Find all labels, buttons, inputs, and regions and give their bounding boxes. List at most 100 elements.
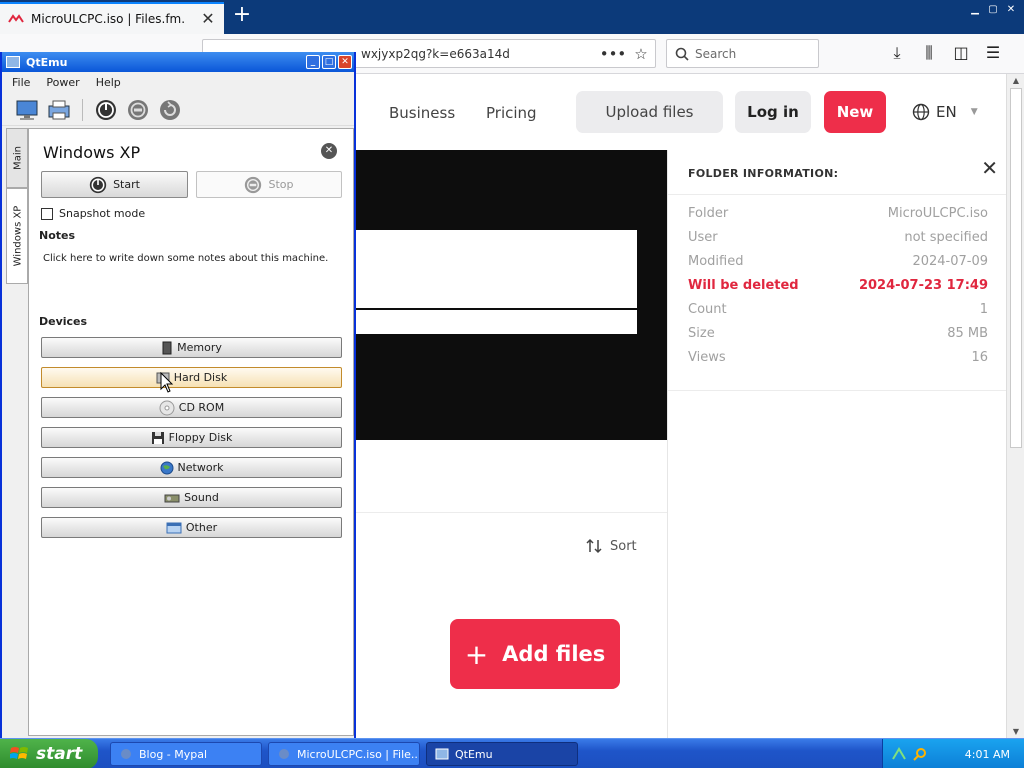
qtemu-title-bar[interactable]: QtEmu _ □ ✕ — [2, 52, 354, 72]
divider — [668, 194, 1007, 195]
snapshot-mode-label: Snapshot mode — [59, 207, 146, 220]
start-button[interactable]: start — [0, 739, 98, 768]
taskbar-item-filesfm[interactable]: MicroULCPC.iso | File... — [268, 742, 420, 766]
bookmark-star-icon[interactable]: ☆ — [627, 45, 655, 63]
qtemu-window: QtEmu _ □ ✕ File Power Help Main Windows… — [0, 52, 356, 740]
plus-icon: + — [464, 637, 489, 671]
mypal-icon — [279, 749, 289, 759]
tab-windows-xp[interactable]: Windows XP — [6, 188, 28, 284]
info-key: Size — [688, 326, 715, 341]
taskbar-item-qtemu[interactable]: QtEmu — [426, 742, 578, 766]
info-row-user: User not specified — [688, 230, 988, 254]
search-field[interactable]: Search — [666, 39, 819, 68]
close-window-icon[interactable]: ✕ — [338, 55, 352, 69]
info-row-will-be-deleted: Will be deleted 2024-07-23 17:49 — [688, 278, 988, 302]
device-network-button[interactable]: Network — [41, 457, 342, 478]
checkbox-box[interactable] — [41, 207, 53, 220]
nav-link-business[interactable]: Business — [389, 104, 455, 122]
desktop: MicroULCPC.iso | Files.fm. ✕ + ▁ ▢ ✕ wxj… — [0, 0, 1024, 768]
chevron-down-icon: ▼ — [970, 107, 978, 117]
globe-icon — [160, 461, 174, 474]
add-files-button[interactable]: + Add files — [450, 619, 620, 689]
new-button[interactable]: New — [824, 91, 886, 133]
info-value: 85 MB — [947, 326, 988, 341]
info-key: Modified — [688, 254, 744, 269]
notes-field[interactable]: Click here to write down some notes abou… — [43, 253, 328, 264]
window-icon — [166, 522, 182, 533]
close-machine-icon[interactable]: ✕ — [321, 143, 337, 159]
device-floppy-disk-button[interactable]: Floppy Disk — [41, 427, 342, 448]
search-icon[interactable] — [913, 747, 927, 761]
maximize-icon[interactable]: □ — [322, 55, 336, 69]
tab-main[interactable]: Main — [6, 128, 28, 188]
hamburger-menu-icon[interactable]: ☰ — [982, 42, 1004, 64]
snapshot-mode-checkbox[interactable]: Snapshot mode — [41, 207, 145, 220]
stop-icon — [245, 176, 262, 193]
power-start-button[interactable] — [93, 97, 119, 123]
info-value: 2024-07-09 — [912, 254, 988, 269]
qtemu-side-tabs: Main Windows XP — [6, 128, 28, 736]
browser-tab-bar: MicroULCPC.iso | Files.fm. ✕ + ▁ ▢ ✕ — [0, 0, 1024, 34]
start-label: start — [36, 744, 83, 764]
scroll-down-icon[interactable]: ▼ — [1007, 727, 1024, 736]
folder-info-panel: FOLDER INFORMATION: ✕ Folder MicroULCPC.i… — [667, 150, 1007, 738]
close-window-icon[interactable]: ✕ — [1004, 4, 1018, 16]
new-machine-button[interactable] — [14, 97, 40, 123]
menu-file[interactable]: File — [12, 76, 30, 89]
language-selector[interactable]: EN ▼ — [912, 103, 978, 121]
close-tab-icon[interactable]: ✕ — [200, 11, 216, 27]
page-scrollbar[interactable]: ▲ ▼ — [1006, 74, 1024, 738]
maximize-icon[interactable]: ▢ — [986, 4, 1000, 16]
device-label: Other — [185, 521, 218, 534]
power-restart-button[interactable] — [157, 97, 183, 123]
nav-link-pricing[interactable]: Pricing — [486, 104, 537, 122]
preview-content-block — [356, 230, 637, 308]
taskbar: start Blog - Mypal MicroULCPC.iso | File… — [0, 738, 1024, 768]
info-value: not specified — [904, 230, 988, 245]
start-label: Start — [113, 178, 140, 191]
scrollbar-thumb[interactable] — [1010, 88, 1022, 448]
stop-button[interactable]: Stop — [196, 171, 342, 198]
taskbar-item-blog[interactable]: Blog - Mypal — [110, 742, 262, 766]
login-button[interactable]: Log in — [735, 91, 811, 133]
qtemu-menu-bar: File Power Help — [2, 72, 354, 92]
stop-label: Stop — [268, 178, 294, 191]
qtemu-window-controls: _ □ ✕ — [306, 55, 352, 69]
browser-tab[interactable]: MicroULCPC.iso | Files.fm. ✕ — [0, 2, 224, 34]
menu-power[interactable]: Power — [46, 76, 79, 89]
close-icon[interactable]: ✕ — [981, 156, 998, 180]
info-row-folder: Folder MicroULCPC.iso — [688, 206, 988, 230]
device-memory-button[interactable]: Memory — [41, 337, 342, 358]
power-stop-button[interactable] — [125, 97, 151, 123]
info-key: Will be deleted — [688, 278, 799, 293]
device-hard-disk-button[interactable]: Hard Disk — [41, 367, 342, 388]
sidebar-icon[interactable]: ◫ — [950, 42, 972, 64]
network-icon[interactable] — [891, 747, 907, 761]
qtemu-app-icon — [6, 56, 20, 68]
devices-heading: Devices — [39, 315, 88, 328]
sort-icon — [586, 538, 602, 554]
device-sound-button[interactable]: Sound — [41, 487, 342, 508]
start-button[interactable]: Start — [41, 171, 188, 198]
file-preview — [356, 150, 667, 440]
search-icon — [675, 47, 689, 61]
menu-help[interactable]: Help — [96, 76, 121, 89]
scroll-up-icon[interactable]: ▲ — [1007, 76, 1024, 85]
minimize-icon[interactable]: ▁ — [968, 4, 982, 16]
sort-button[interactable]: Sort — [586, 538, 637, 554]
monitor-icon — [16, 100, 38, 120]
minimize-icon[interactable]: _ — [306, 55, 320, 69]
upload-files-button[interactable]: Upload files — [576, 91, 723, 133]
device-label: Floppy Disk — [168, 431, 233, 444]
library-icon[interactable]: ⫼ — [918, 42, 940, 64]
new-tab-icon[interactable]: + — [230, 4, 254, 28]
add-files-label: Add files — [502, 642, 606, 666]
device-cd-rom-button[interactable]: CD ROM — [41, 397, 342, 418]
page-actions-icon[interactable]: ••• — [599, 45, 627, 63]
info-key: User — [688, 230, 718, 245]
restart-icon — [160, 99, 180, 120]
open-machine-button[interactable] — [46, 97, 72, 123]
search-placeholder: Search — [695, 46, 737, 61]
device-other-button[interactable]: Other — [41, 517, 342, 538]
download-icon[interactable]: ⤓ — [886, 42, 908, 64]
